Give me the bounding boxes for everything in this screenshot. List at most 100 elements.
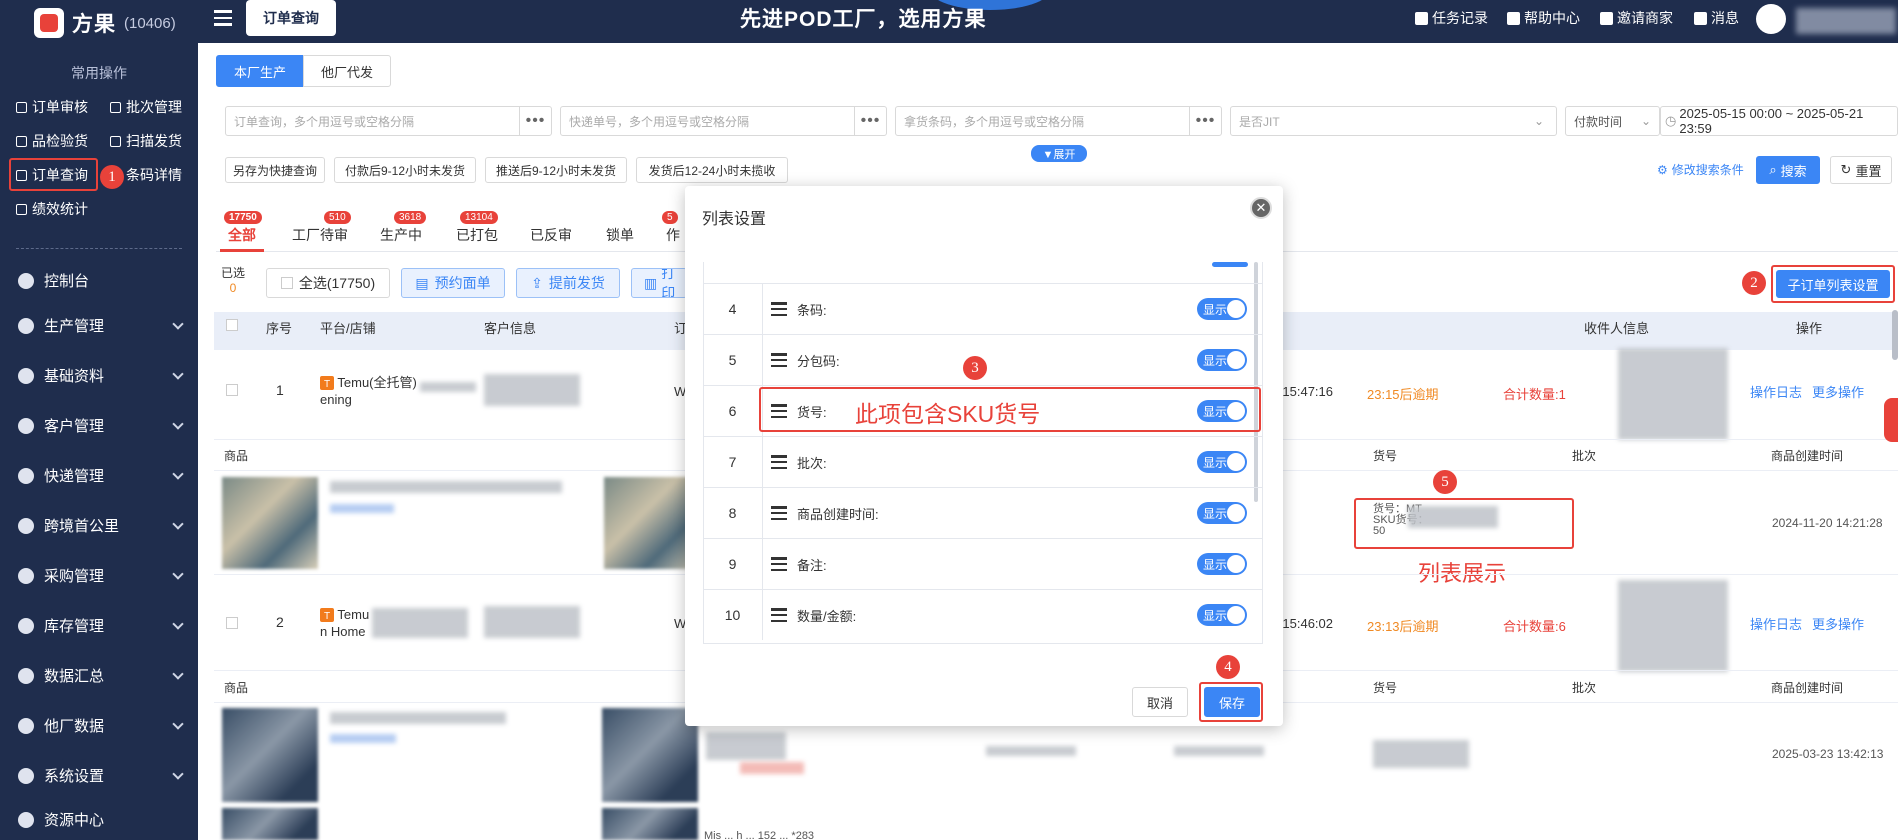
reset-button[interactable]: ↻ 重置 [1830, 156, 1892, 184]
quick-op-performance[interactable]: 绩效统计 [16, 199, 88, 219]
select-all-button[interactable]: 全选(17750) [266, 268, 390, 298]
username-blurred [1796, 8, 1896, 34]
modify-search-link[interactable]: ⚙ 修改搜索条件 [1657, 161, 1744, 178]
row-checkbox[interactable] [226, 384, 238, 396]
scrollbar[interactable] [1892, 310, 1898, 360]
show-toggle[interactable]: 显示 [1197, 298, 1247, 320]
seg-own-factory[interactable]: 本厂生产 [216, 55, 304, 87]
time-type-select[interactable]: 付款时间 ⌄ [1565, 106, 1660, 136]
link-help-center[interactable]: 帮助中心 [1507, 8, 1580, 28]
tab-all[interactable]: 17750 全部 [224, 211, 262, 245]
show-toggle[interactable]: 显示 [1197, 451, 1247, 473]
row-platform: T Temu n Home [320, 607, 370, 639]
more-ops-link[interactable]: 更多操作 [1812, 382, 1864, 401]
date-range-input[interactable]: ◷ 2025-05-15 00:00 ~ 2025-05-21 23:59 [1660, 106, 1898, 136]
quick-filter-shipped[interactable]: 发货后12-24小时未揽收 [636, 157, 788, 183]
more-dots-icon[interactable]: ••• [1189, 107, 1221, 135]
nav-crossborder[interactable]: 跨境首公里 [18, 515, 188, 536]
express-search-input[interactable]: 快递单号，多个用逗号或空格分隔 ••• [560, 106, 887, 136]
show-toggle[interactable]: 显示 [1197, 553, 1247, 575]
chevron-down-icon [172, 317, 184, 330]
search-button[interactable]: ⌕ 搜索 [1756, 156, 1820, 184]
print-button[interactable]: ▥ 打印 [631, 268, 687, 298]
show-toggle[interactable]: 显示 [1197, 604, 1247, 626]
tab-locked[interactable]: 锁单 [606, 225, 634, 245]
nav-dashboard[interactable]: 控制台 [18, 270, 188, 291]
brand-code: (10406) [124, 14, 176, 32]
temu-icon: T [320, 608, 334, 622]
close-icon[interactable]: ✕ [1250, 197, 1272, 219]
sub-col-created: 商品创建时间 [1771, 449, 1844, 463]
show-toggle[interactable]: 显示 [1197, 349, 1247, 371]
tab-in-production[interactable]: 3618 生产中 [380, 211, 427, 245]
more-ops-link[interactable]: 更多操作 [1812, 614, 1864, 633]
nav-basic-data[interactable]: 基础资料 [18, 365, 188, 386]
drag-handle-icon[interactable] [771, 353, 787, 367]
expand-button[interactable]: ▼展开 [1031, 145, 1087, 162]
cancel-button[interactable]: 取消 [1132, 687, 1188, 717]
quick-filter-paid[interactable]: 付款后9-12小时未发货 [334, 157, 476, 183]
product-thumbnail[interactable] [222, 808, 318, 840]
quick-op-batch[interactable]: 批次管理 [110, 97, 182, 117]
side-help-tab[interactable] [1884, 398, 1898, 442]
nav-inventory[interactable]: 库存管理 [18, 615, 188, 636]
quick-op-inspection[interactable]: 品检验货 [16, 131, 88, 151]
product-thumbnail[interactable] [602, 708, 698, 802]
product-thumbnail[interactable] [602, 808, 698, 840]
reserve-waybill-button[interactable]: ▤ 预约面单 [401, 268, 505, 298]
link-invite-merchant[interactable]: 邀请商家 [1600, 8, 1673, 28]
clock-icon: ◷ [1665, 113, 1677, 128]
task-icon [1415, 11, 1428, 25]
product-thumbnail[interactable] [222, 477, 318, 569]
jit-select[interactable]: 是否JIT ⌄ [1230, 106, 1557, 136]
nav-other-factory[interactable]: 他厂数据 [18, 715, 188, 736]
col-actions: 操作 [1796, 321, 1823, 336]
nav-resources[interactable]: 资源中心 [18, 809, 188, 830]
drag-handle-icon[interactable] [771, 302, 787, 316]
quick-op-order-review[interactable]: 订单审核 [16, 97, 88, 117]
op-log-link[interactable]: 操作日志 [1750, 382, 1802, 401]
nav-settings[interactable]: 系统设置 [18, 765, 188, 786]
menu-icon[interactable] [214, 10, 232, 26]
link-task-records[interactable]: 任务记录 [1415, 8, 1488, 28]
drag-handle-icon[interactable] [771, 455, 787, 469]
sub-col-batch: 批次 [1572, 681, 1597, 695]
link-messages[interactable]: 消息 [1694, 8, 1739, 28]
row-checkbox[interactable] [226, 617, 238, 629]
nav-customer[interactable]: 客户管理 [18, 415, 188, 436]
advance-ship-button[interactable]: ⇪ 提前发货 [516, 268, 620, 298]
quick-op-scan-ship[interactable]: 扫描发货 [110, 131, 182, 151]
selected-indicator: 已选 0 [221, 266, 246, 295]
barcode-search-input[interactable]: 拿货条码，多个用逗号或空格分隔 ••• [895, 106, 1222, 136]
tab-order-query[interactable]: 订单查询 [246, 0, 336, 36]
drag-handle-icon[interactable] [771, 608, 787, 622]
quick-op-barcode[interactable]: 条码详情 [126, 165, 182, 185]
more-dots-icon[interactable]: ••• [519, 107, 551, 135]
annotation-step-4: 4 [1216, 655, 1240, 679]
cart-icon [18, 567, 34, 584]
blurred-receiver [1618, 348, 1728, 440]
more-dots-icon[interactable]: ••• [854, 107, 886, 135]
tab-factory-pending[interactable]: 510 工厂待审 [292, 211, 351, 245]
chevron-down-icon [172, 617, 184, 630]
show-toggle[interactable]: 显示 [1197, 502, 1247, 524]
avatar[interactable] [1756, 4, 1786, 34]
seg-other-factory[interactable]: 他厂代发 [303, 55, 391, 87]
nav-production[interactable]: 生产管理 [18, 315, 188, 336]
nav-data-summary[interactable]: 数据汇总 [18, 665, 188, 686]
nav-purchase[interactable]: 采购管理 [18, 565, 188, 586]
modal-row-remark: 9 备注: 显示 [703, 538, 1263, 589]
drag-handle-icon[interactable] [771, 557, 787, 571]
header-checkbox[interactable] [226, 319, 238, 331]
tab-packed[interactable]: 13104 已打包 [456, 211, 498, 245]
sub-col-batch: 批次 [1572, 449, 1597, 463]
tab-reversed[interactable]: 已反审 [530, 225, 572, 245]
save-quick-query-button[interactable]: 另存为快捷查询 [225, 157, 325, 183]
quick-filter-pushed[interactable]: 推送后9-12小时未发货 [485, 157, 627, 183]
nav-express[interactable]: 快递管理 [18, 465, 188, 486]
drag-handle-icon[interactable] [771, 506, 787, 520]
tab-more[interactable]: 5作 [662, 211, 680, 245]
order-search-input[interactable]: 订单查询，多个用逗号或空格分隔 ••• [225, 106, 552, 136]
product-thumbnail[interactable] [222, 708, 318, 802]
op-log-link[interactable]: 操作日志 [1750, 614, 1802, 633]
